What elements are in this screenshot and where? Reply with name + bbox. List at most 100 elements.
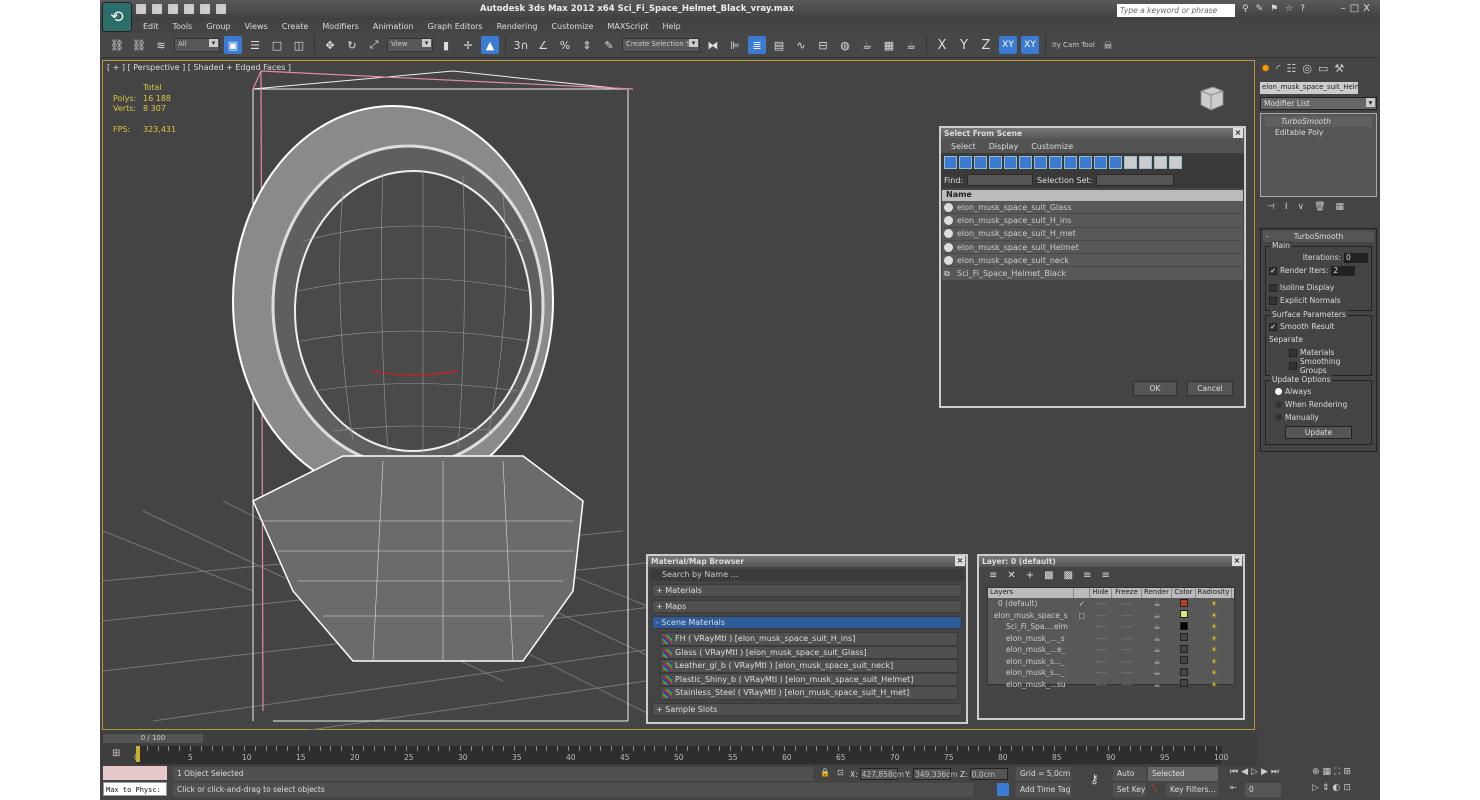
radiosity-icon[interactable]: ☀ — [1196, 645, 1232, 654]
named-selection-sets-dropdown[interactable]: Create Selection Se — [622, 38, 700, 52]
axis-x-button[interactable]: X — [933, 38, 951, 53]
freeze-toggle[interactable]: ---- — [1112, 645, 1142, 654]
update-button[interactable]: Update — [1285, 426, 1352, 439]
axis-xy-button[interactable]: XY — [999, 36, 1017, 54]
playback-controls[interactable]: ⏮◀▷▶⏭ — [1230, 767, 1282, 777]
utilities-tab-icon[interactable]: ⚒ — [1334, 62, 1344, 75]
close-button[interactable]: × — [1232, 556, 1242, 566]
hide-toggle[interactable]: ---- — [1090, 668, 1112, 677]
time-slider[interactable]: 0 / 100 — [103, 734, 203, 743]
axis-y-button[interactable]: Y — [955, 38, 973, 53]
ok-button[interactable]: OK — [1133, 381, 1177, 396]
radiosity-icon[interactable]: ☀ — [1196, 657, 1232, 666]
comm-center-icon[interactable]: ⚑ — [1270, 4, 1278, 14]
selection-filter-dropdown[interactable]: All — [174, 38, 220, 52]
menu-graph-editors[interactable]: Graph Editors — [421, 20, 490, 33]
layer-row[interactable]: 0 (default) ✓ ---- ---- ☕ ☀ — [988, 598, 1234, 610]
color-swatch[interactable] — [1172, 679, 1196, 689]
viewcube-icon[interactable] — [1193, 83, 1227, 113]
bind-space-warp-icon[interactable]: ≋ — [152, 36, 170, 54]
select-all-icon[interactable] — [1124, 156, 1137, 169]
material-editor-icon[interactable]: ◍ — [836, 36, 854, 54]
select-object-icon[interactable]: ▣ — [224, 36, 242, 54]
col-radiosity[interactable]: Radiosity — [1196, 588, 1232, 598]
list-item[interactable]: elon_musk_space_suit_neck — [942, 254, 1243, 268]
move-icon[interactable]: ✥ — [321, 36, 339, 54]
x-coordinate-field[interactable]: 427,858cm — [859, 768, 904, 780]
key-filters-button[interactable]: Key Filters... — [1166, 783, 1218, 797]
color-swatch[interactable] — [1172, 621, 1196, 632]
highlight-layer-icon[interactable]: ▩ — [1064, 570, 1073, 582]
group-scene-materials[interactable]: - Scene Materials — [652, 616, 962, 629]
project-icon[interactable] — [216, 4, 226, 14]
open-icon[interactable] — [152, 4, 162, 14]
hide-toggle[interactable]: ---- — [1090, 634, 1112, 643]
container-filter-icon[interactable] — [1079, 156, 1092, 169]
radiosity-icon[interactable]: ☀ — [1196, 680, 1232, 689]
mirror-icon[interactable]: ⧓ — [704, 36, 722, 54]
material-item[interactable]: FH ( VRayMtl ) [elon_musk_space_suit_H_i… — [660, 632, 958, 646]
make-unique-icon[interactable]: ∨ — [1298, 202, 1305, 212]
smooth-result-checkbox[interactable]: ✓ — [1269, 322, 1277, 331]
perspective-viewport[interactable]: [ + ] [ Perspective ] [ Shaded + Edged F… — [102, 60, 1255, 731]
menu-customize[interactable]: Customize — [1031, 142, 1073, 151]
hide-toggle[interactable]: ---- — [1090, 611, 1112, 620]
add-time-tag-button[interactable]: Add Time Tag — [1016, 783, 1071, 797]
render-setup-icon[interactable]: ☕ — [858, 36, 876, 54]
radiosity-icon[interactable]: ☀ — [1196, 668, 1232, 677]
hide-toggle[interactable]: ---- — [1090, 645, 1112, 654]
close-button[interactable]: × — [955, 556, 965, 566]
light-filter-icon[interactable] — [974, 156, 987, 169]
helper-filter-icon[interactable] — [1004, 156, 1017, 169]
list-item[interactable]: ⧉ Sci_Fi_Space_Helmet_Black — [942, 267, 1243, 281]
help-icon[interactable]: ? — [1300, 4, 1305, 14]
skull-icon[interactable]: ☠ — [1099, 36, 1117, 54]
col-color[interactable]: Color — [1172, 588, 1196, 598]
menu-select[interactable]: Select — [951, 142, 976, 151]
search-input[interactable]: Type a keyword or phrase — [1117, 4, 1235, 17]
track-bar[interactable]: 0510152025303540455055606570758085909510… — [134, 746, 1228, 764]
explicit-normals-checkbox[interactable] — [1269, 296, 1277, 305]
stack-item-turbosmooth[interactable]: TurboSmooth — [1265, 116, 1372, 127]
set-keys-key-icon[interactable]: ⚷ — [1090, 772, 1099, 786]
redo-icon[interactable] — [200, 4, 210, 14]
viewport-label[interactable]: [ + ] [ Perspective ] [ Shaded + Edged F… — [107, 63, 291, 72]
manually-radio[interactable] — [1275, 414, 1282, 421]
group-sample-slots[interactable]: + Sample Slots — [652, 702, 962, 716]
color-swatch[interactable] — [1172, 644, 1196, 655]
group-filter-icon[interactable] — [1034, 156, 1047, 169]
hidden-filter-icon[interactable] — [1109, 156, 1122, 169]
ref-coord-dropdown[interactable]: View — [387, 38, 433, 52]
current-frame-marker[interactable] — [136, 746, 140, 762]
col-hide[interactable]: Hide — [1090, 588, 1112, 598]
filter-icon[interactable] — [1169, 156, 1182, 169]
hide-all-icon[interactable]: ≡ — [1083, 570, 1091, 582]
col-render[interactable]: Render — [1142, 588, 1172, 598]
always-radio[interactable] — [1275, 388, 1282, 395]
selection-set-dropdown[interactable] — [1096, 174, 1175, 186]
ribbon-icon[interactable]: ▤ — [770, 36, 788, 54]
list-item[interactable]: elon_musk_space_suit_Helmet — [942, 240, 1243, 255]
layer-row[interactable]: Sci_Fi_Spa....elm ---- ---- ☕ ☀ — [988, 621, 1234, 633]
cam-tool-label[interactable]: ity Cam Tool — [1052, 41, 1095, 49]
app-logo-button[interactable]: ⟲ — [102, 2, 132, 32]
render-icon[interactable]: ☕ — [902, 36, 920, 54]
hide-toggle[interactable]: ---- — [1090, 680, 1112, 689]
freeze-toggle[interactable]: ---- — [1112, 680, 1142, 689]
link-icon[interactable]: ⛓ — [108, 36, 126, 54]
unlink-icon[interactable]: ⛓ — [130, 36, 148, 54]
xref-filter-icon[interactable] — [1049, 156, 1062, 169]
mini-curve-editor-icon[interactable]: ⊞ — [112, 748, 120, 759]
window-controls[interactable]: –□X — [1341, 3, 1374, 14]
menu-modifiers[interactable]: Modifiers — [315, 20, 366, 33]
snap-3d-icon[interactable]: 3∩ — [512, 36, 530, 54]
layer-check[interactable]: □ — [1074, 611, 1090, 620]
cancel-button[interactable]: Cancel — [1187, 381, 1233, 396]
select-invert-icon[interactable] — [1154, 156, 1167, 169]
auto-key-button[interactable]: Auto Key — [1113, 767, 1146, 792]
radiosity-icon[interactable]: ☀ — [1196, 599, 1232, 608]
geometry-filter-icon[interactable] — [944, 156, 957, 169]
current-layer-check-icon[interactable]: ✓ — [1074, 599, 1090, 608]
display-tab-icon[interactable]: ▭ — [1318, 62, 1328, 75]
scale-icon[interactable]: ⤢ — [365, 36, 383, 54]
